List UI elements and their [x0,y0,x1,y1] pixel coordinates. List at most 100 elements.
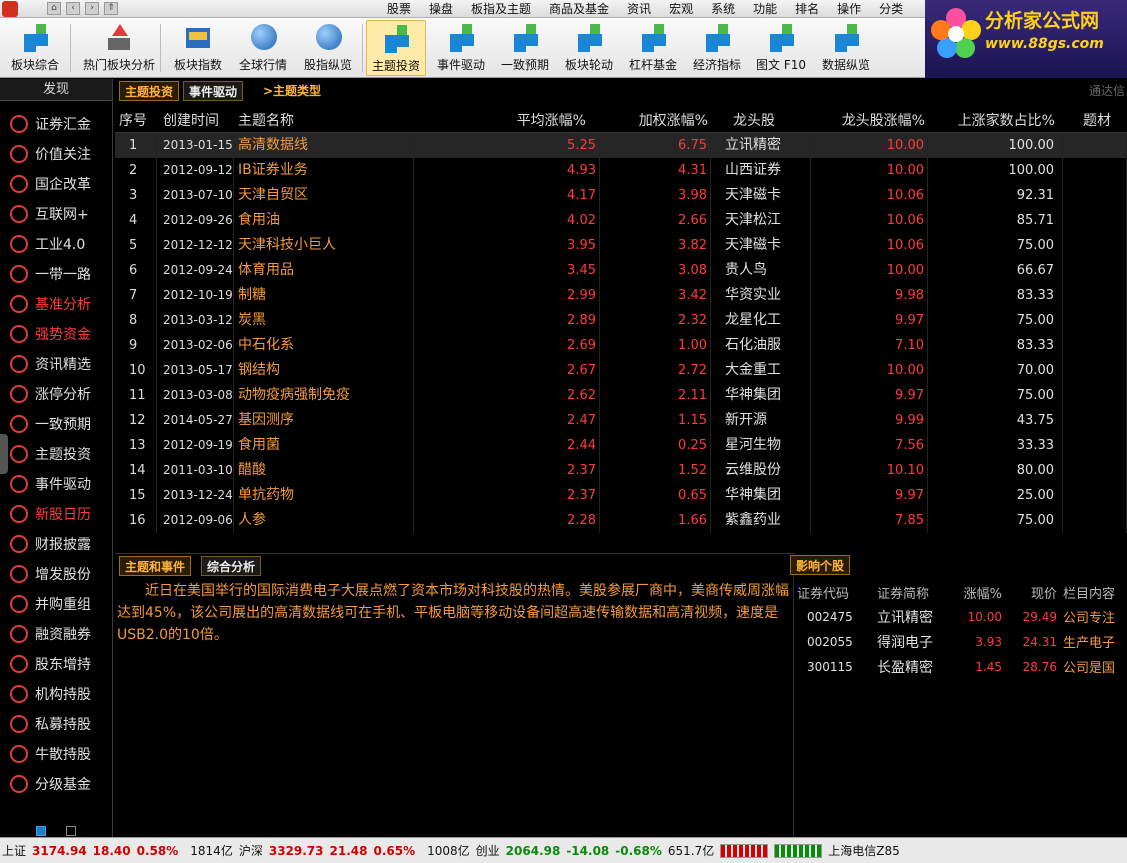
menu-item[interactable]: 分类 [870,0,912,18]
toolbar-button[interactable]: 图文 F10 [752,20,810,76]
sidebar-item[interactable]: 国企改革 [0,169,112,199]
menu-item[interactable]: 操作 [828,0,870,18]
sidebar-item[interactable]: 工业4.0 [0,229,112,259]
tab-theme-investment[interactable]: 主题投资 [119,81,180,101]
stock-row[interactable]: 002475 立讯精密 10.00 29.49 公司专注 [795,604,1127,629]
table-cell-ratio: 75.00 [928,383,1063,408]
menu-item[interactable]: 资讯 [618,0,660,18]
sidebar-item[interactable]: 资讯精选 [0,349,112,379]
table-row[interactable]: 16 2012-09-06 人参 2.28 1.66 紫鑫药业 7.85 75.00 [115,508,1127,533]
sidebar-item[interactable]: 分级基金 [0,769,112,799]
stock-header-cell[interactable]: 涨幅% [950,583,1002,602]
menu-item[interactable]: 商品及基金 [540,0,618,18]
table-row[interactable]: 13 2012-09-19 食用菌 2.44 0.25 星河生物 7.56 33.33 [115,433,1127,458]
sidebar-item[interactable]: 互联网+ [0,199,112,229]
toolbar-button[interactable]: 热门板块分析 [76,20,162,76]
menu-item[interactable]: 系统 [702,0,744,18]
sidebar-item[interactable]: 私募持股 [0,709,112,739]
table-header-cell[interactable]: 序号 [115,110,157,130]
sidebar-item[interactable]: 并购重组 [0,589,112,619]
tab-theme-type[interactable]: >主题类型 [263,81,321,101]
sidebar-collapse-handle[interactable] [0,434,8,474]
sidebar-item[interactable]: 融资融券 [0,619,112,649]
up-icon[interactable]: ⇑ [104,2,118,15]
table-header-cell[interactable]: 加权涨幅% [600,110,711,130]
sidebar-item[interactable]: 证券汇金 [0,109,112,139]
toolbar-label: 全球行情 [238,58,287,72]
stock-header-cell[interactable]: 证券简称 [865,583,950,602]
toolbar-button[interactable]: 杠杆基金 [624,20,682,76]
sidebar-item[interactable]: 主题投资 [0,439,112,469]
toolbar-button[interactable]: 板块指数 [168,20,228,76]
home-icon[interactable]: ⌂ [47,2,61,15]
menu-item[interactable]: 板指及主题 [462,0,540,18]
stock-header-cell[interactable]: 栏目内容 [1057,583,1127,602]
page-indicator[interactable] [66,826,76,836]
table-row[interactable]: 15 2013-12-24 单抗药物 2.37 0.65 华神集团 9.97 25.00 [115,483,1127,508]
table-row[interactable]: 2 2012-09-12 IB证券业务 4.93 4.31 山西证券 10.00 100.00 [115,158,1127,183]
table-cell-extra [1063,383,1127,408]
tab-affected-stocks[interactable]: 影响个股 [790,555,851,575]
back-icon[interactable]: ‹ [66,2,80,15]
table-header-cell[interactable]: 平均涨幅% [414,110,600,130]
tab-overall-analysis[interactable]: 综合分析 [201,556,262,576]
sidebar-item[interactable]: 股东增持 [0,649,112,679]
stock-header-cell[interactable]: 现价 [1002,583,1057,602]
table-cell-lchg: 7.85 [811,508,928,533]
sidebar-item[interactable]: 事件驱动 [0,469,112,499]
table-row[interactable]: 1 2013-01-15 高清数据线 5.25 6.75 立讯精密 10.00 100.00 [115,133,1127,158]
toolbar-button[interactable]: 板块轮动 [560,20,618,76]
menu-item[interactable]: 排名 [786,0,828,18]
sidebar-item[interactable]: 涨停分析 [0,379,112,409]
toolbar-button[interactable]: 板块综合 [4,20,66,76]
table-header-cell[interactable]: 上涨家数占比% [928,110,1063,130]
menu-item[interactable]: 宏观 [660,0,702,18]
menu-item[interactable]: 操盘 [420,0,462,18]
table-header-cell[interactable]: 龙头股 [711,110,811,130]
table-header-cell[interactable]: 龙头股涨幅% [811,110,928,130]
sidebar-item[interactable]: 牛散持股 [0,739,112,769]
tab-theme-event[interactable]: 主题和事件 [119,556,192,576]
toolbar-separator [70,24,71,72]
sidebar-item[interactable]: 新股日历 [0,499,112,529]
sidebar-item[interactable]: 强势资金 [0,319,112,349]
table-header-cell[interactable]: 主题名称 [234,110,414,130]
table-row[interactable]: 7 2012-10-19 制糖 2.99 3.42 华资实业 9.98 83.33 [115,283,1127,308]
toolbar-button[interactable]: 股指纵览 [298,20,358,76]
stock-row[interactable]: 002055 得润电子 3.93 24.31 生产电子 [795,629,1127,654]
table-row[interactable]: 4 2012-09-26 食用油 4.02 2.66 天津松江 10.06 85.71 [115,208,1127,233]
forward-icon[interactable]: › [85,2,99,15]
toolbar-button[interactable]: 数据纵览 [816,20,876,76]
toolbar-button[interactable]: 全球行情 [234,20,292,76]
table-row[interactable]: 8 2013-03-12 炭黑 2.89 2.32 龙星化工 9.97 75.00 [115,308,1127,333]
sidebar-item[interactable]: 财报披露 [0,529,112,559]
sidebar-item[interactable]: 机构持股 [0,679,112,709]
toolbar-button[interactable]: 主题投资 [366,20,426,76]
menu-item[interactable]: 股票 [378,0,420,18]
table-header-cell[interactable]: 题材 [1063,110,1127,130]
sidebar-item[interactable]: 增发股份 [0,559,112,589]
tab-event-driven[interactable]: 事件驱动 [183,81,244,101]
page-indicator-active[interactable] [36,826,46,836]
table-row[interactable]: 6 2012-09-24 体育用品 3.45 3.08 贵人鸟 10.00 66.67 [115,258,1127,283]
toolbar-button[interactable]: 经济指标 [688,20,746,76]
table-row[interactable]: 3 2013-07-10 天津自贸区 4.17 3.98 天津磁卡 10.06 92.31 [115,183,1127,208]
sidebar-item[interactable]: 基准分析 [0,289,112,319]
server-label[interactable]: 上海电信Z85 [828,842,900,859]
table-header-cell[interactable]: 创建时间 [157,110,234,130]
sidebar-item[interactable]: 一带一路 [0,259,112,289]
table-row[interactable]: 12 2014-05-27 基因测序 2.47 1.15 新开源 9.99 43.75 [115,408,1127,433]
toolbar-button[interactable]: 事件驱动 [432,20,490,76]
menu-item[interactable]: 功能 [744,0,786,18]
sidebar-item[interactable]: 价值关注 [0,139,112,169]
stock-header-cell[interactable]: 证券代码 [795,583,865,602]
toolbar-button[interactable]: 一致预期 [496,20,554,76]
table-row[interactable]: 9 2013-02-06 中石化系 2.69 1.00 石化油服 7.10 83.33 [115,333,1127,358]
sidebar-item-icon [10,595,28,613]
table-row[interactable]: 14 2011-03-10 醋酸 2.37 1.52 云维股份 10.10 80.00 [115,458,1127,483]
table-row[interactable]: 5 2012-12-12 天津科技小巨人 3.95 3.82 天津磁卡 10.06 75.00 [115,233,1127,258]
stock-row[interactable]: 300115 长盈精密 1.45 28.76 公司是国 [795,654,1127,679]
table-row[interactable]: 10 2013-05-17 钢结构 2.67 2.72 大金重工 10.00 70.00 [115,358,1127,383]
table-row[interactable]: 11 2013-03-08 动物疫病强制免疫 2.62 2.11 华神集团 9.97 75.0… [115,383,1127,408]
sidebar-item[interactable]: 一致预期 [0,409,112,439]
